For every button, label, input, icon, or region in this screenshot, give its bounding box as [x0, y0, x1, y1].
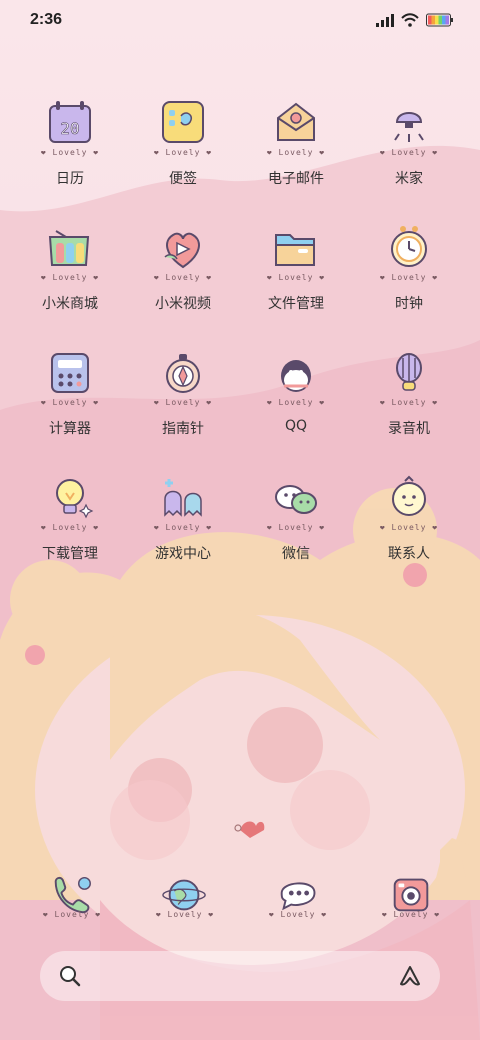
app-email[interactable]: ❤ Lovely ❤ 电子邮件 [246, 96, 346, 206]
clock-icon [381, 221, 437, 277]
battery-icon [426, 12, 454, 31]
app-label: 录音机 [388, 421, 430, 437]
lovely-tag: ❤ Lovely ❤ [379, 273, 439, 282]
lovely-tag: ❤ Lovely ❤ [153, 148, 213, 157]
app-label: 电子邮件 [268, 171, 324, 187]
lovely-tag: ❤ Lovely ❤ [381, 910, 441, 919]
calendar-icon: 20 [42, 96, 98, 152]
app-label: 下载管理 [42, 546, 98, 562]
app-label: 小米商城 [42, 296, 98, 312]
app-clock[interactable]: ❤ Lovely ❤ 时钟 [359, 221, 459, 331]
mi-store-icon [42, 221, 98, 277]
dock-browser[interactable]: ❤ Lovely ❤ [145, 870, 225, 930]
app-notes[interactable]: ❤ Lovely ❤ 便签 [133, 96, 233, 206]
lovely-tag: ❤ Lovely ❤ [40, 148, 100, 157]
app-label: 文件管理 [268, 296, 324, 312]
wifi-icon [401, 12, 419, 31]
lovely-tag: ❤ Lovely ❤ [379, 148, 439, 157]
lovely-tag: ❤ Lovely ❤ [268, 910, 328, 919]
notes-icon [155, 96, 211, 152]
app-label: 联系人 [388, 546, 430, 562]
lovely-tag: ❤ Lovely ❤ [266, 148, 326, 157]
lovely-tag: ❤ Lovely ❤ [40, 273, 100, 282]
app-file-manager[interactable]: ❤ Lovely ❤ 文件管理 [246, 221, 346, 331]
app-game-center[interactable]: ❤ Lovely ❤ 游戏中心 [133, 471, 233, 581]
contacts-icon [381, 471, 437, 527]
lovely-tag: ❤ Lovely ❤ [40, 523, 100, 532]
signal-icon [376, 12, 394, 31]
wechat-icon [268, 471, 324, 527]
lovely-tag: ❤ Lovely ❤ [153, 523, 213, 532]
app-contacts[interactable]: ❤ Lovely ❤ 联系人 [359, 471, 459, 581]
recorder-icon [381, 346, 437, 402]
app-label: 时钟 [395, 296, 423, 312]
lovely-tag: ❤ Lovely ❤ [155, 910, 215, 919]
lovely-tag: ❤ Lovely ❤ [153, 398, 213, 407]
lovely-tag: ❤ Lovely ❤ [42, 910, 102, 919]
search-icon[interactable] [58, 964, 82, 988]
app-label: 计算器 [49, 421, 91, 437]
app-recorder[interactable]: ❤ Lovely ❤ 录音机 [359, 346, 459, 456]
download-manager-icon [42, 471, 98, 527]
game-center-icon [155, 471, 211, 527]
app-calendar[interactable]: 20 ❤ Lovely ❤ 日历 [20, 96, 120, 206]
lovely-tag: ❤ Lovely ❤ [266, 273, 326, 282]
app-wechat[interactable]: ❤ Lovely ❤ 微信 [246, 471, 346, 581]
app-compass[interactable]: ❤ Lovely ❤ 指南针 [133, 346, 233, 456]
app-label: QQ [284, 418, 308, 434]
app-mi-video[interactable]: ❤ Lovely ❤ 小米视频 [133, 221, 233, 331]
assistant-icon[interactable] [398, 964, 422, 988]
lovely-tag: ❤ Lovely ❤ [379, 398, 439, 407]
dock-messages[interactable]: ❤ Lovely ❤ [258, 870, 338, 930]
status-time: 2:36 [30, 11, 63, 28]
app-label: 微信 [282, 546, 310, 562]
app-download-manager[interactable]: ❤ Lovely ❤ 下载管理 [20, 471, 120, 581]
app-calculator[interactable]: ❤ Lovely ❤ 计算器 [20, 346, 120, 456]
dock-phone[interactable]: ❤ Lovely ❤ [32, 870, 112, 930]
calculator-icon [42, 346, 98, 402]
file-manager-icon [268, 221, 324, 277]
app-qq[interactable]: ❤ Lovely ❤ QQ [246, 346, 346, 456]
app-label: 指南针 [162, 421, 204, 437]
lovely-tag: ❤ Lovely ❤ [153, 273, 213, 282]
app-mijia[interactable]: ❤ Lovely ❤ 米家 [359, 96, 459, 206]
lovely-tag: ❤ Lovely ❤ [266, 523, 326, 532]
qq-icon [268, 346, 324, 402]
compass-icon [155, 346, 211, 402]
lovely-tag: ❤ Lovely ❤ [266, 398, 326, 407]
search-bar[interactable] [40, 951, 440, 1001]
app-label: 米家 [395, 171, 423, 187]
app-label: 游戏中心 [155, 546, 211, 562]
email-icon [268, 96, 324, 152]
lovely-tag: ❤ Lovely ❤ [40, 398, 100, 407]
calendar-date-text: 20 [60, 119, 79, 138]
app-label: 便签 [169, 171, 197, 187]
status-bar: 2:36 [0, 0, 480, 42]
app-label: 日历 [56, 171, 84, 187]
mijia-icon [381, 96, 437, 152]
lovely-tag: ❤ Lovely ❤ [379, 523, 439, 532]
dock-camera[interactable]: ❤ Lovely ❤ [371, 870, 451, 930]
app-mi-store[interactable]: ❤ Lovely ❤ 小米商城 [20, 221, 120, 331]
mi-video-icon [155, 221, 211, 277]
app-label: 小米视频 [155, 296, 211, 312]
